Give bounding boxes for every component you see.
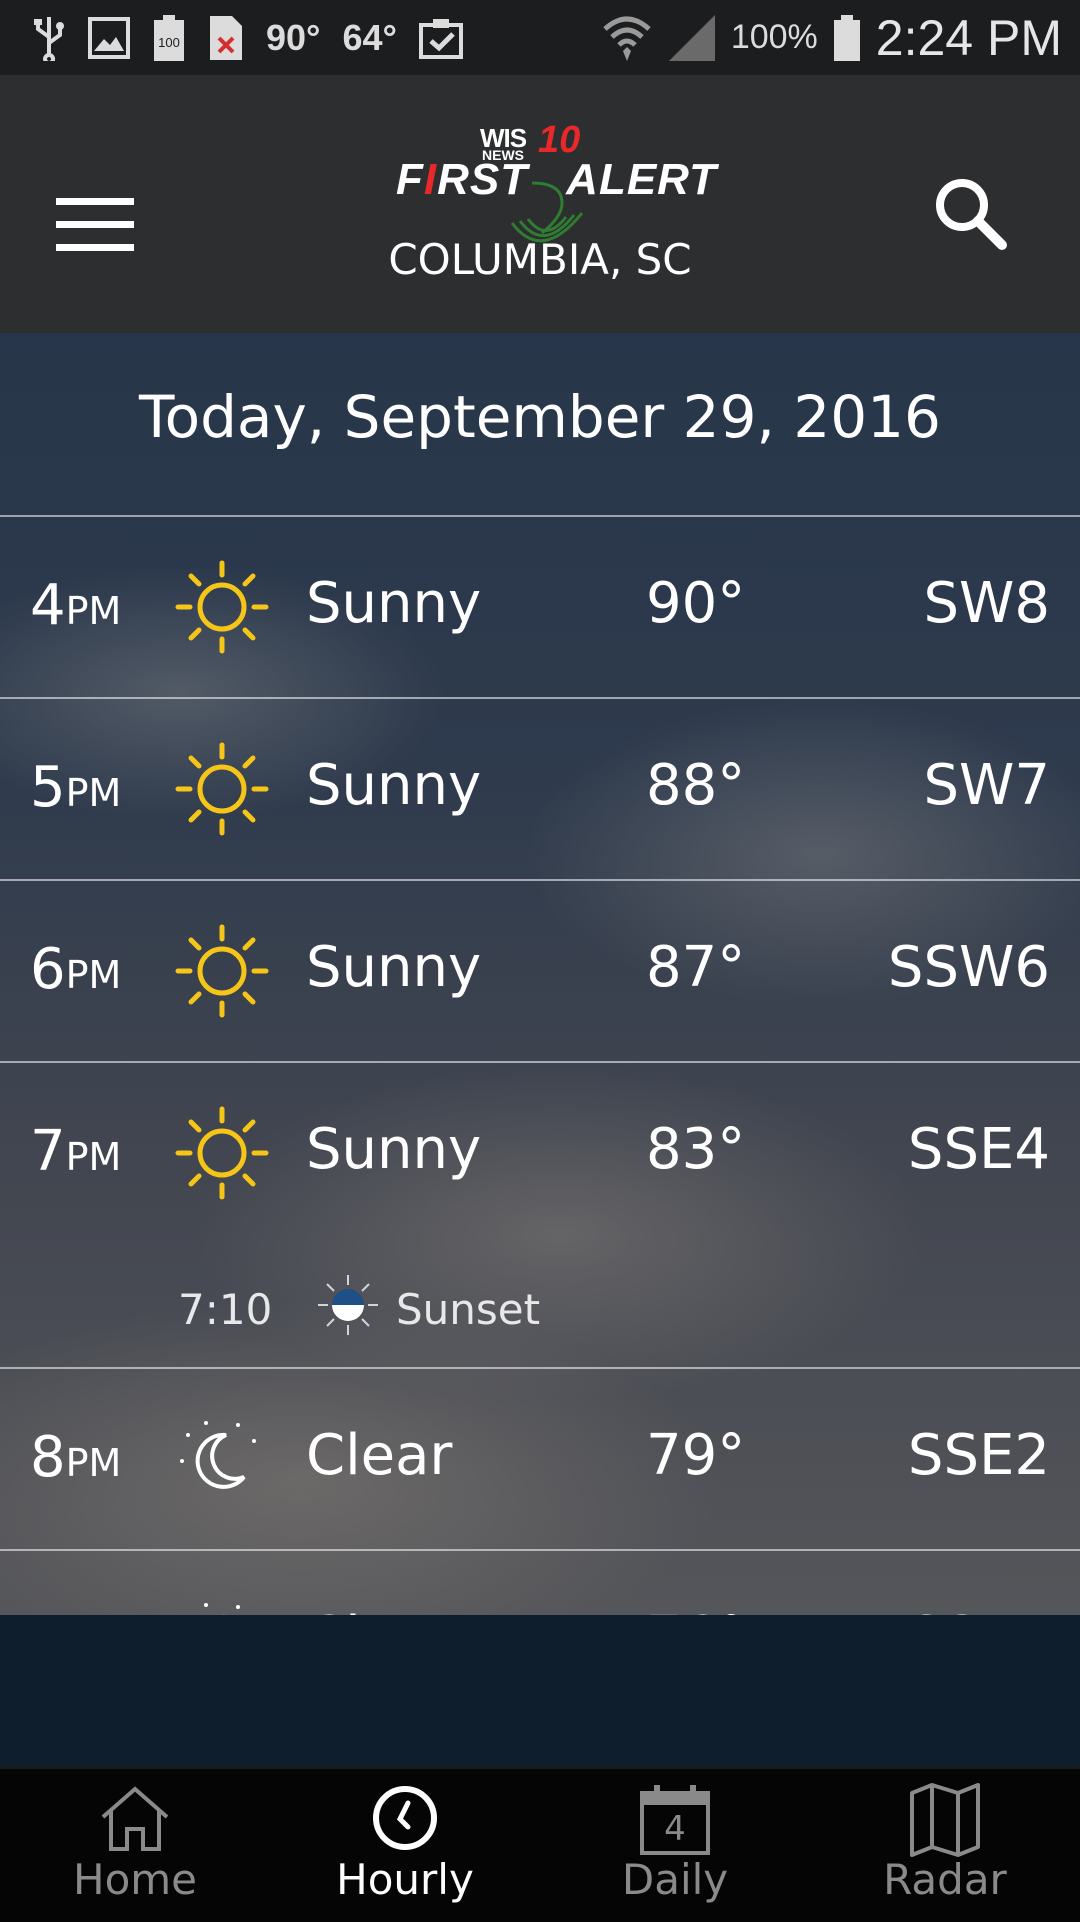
wind-label: SW8 bbox=[923, 571, 1050, 636]
condition-label: Sunny bbox=[306, 1117, 482, 1182]
wind-label: SSW6 bbox=[887, 935, 1050, 1000]
hourly-row[interactable]: 4PM Sunny 90° SW8 bbox=[0, 515, 1080, 697]
wifi-icon bbox=[601, 13, 653, 63]
nav-label-hourly: Hourly bbox=[336, 1855, 474, 1904]
temperature-label: 88° bbox=[646, 753, 746, 818]
sun-icon bbox=[175, 742, 269, 836]
nav-label-daily: Daily bbox=[621, 1855, 729, 1904]
moon-icon bbox=[180, 1421, 256, 1489]
clipboard-check-icon bbox=[418, 17, 465, 59]
sun-icon bbox=[175, 560, 269, 654]
wis-first-alert-logo: WIS NEWS 10 FIRST ALERT bbox=[390, 119, 716, 243]
hourly-forecast-panel[interactable]: Today, September 29, 2016 4PM Sunny 90° … bbox=[0, 333, 1080, 1615]
signal-icon bbox=[667, 13, 717, 63]
temperature-label: 87° bbox=[646, 935, 746, 1000]
status-bar-right: 100% 2:24 PM bbox=[601, 9, 1080, 67]
hour-label: 9PM bbox=[30, 1607, 121, 1615]
image-icon bbox=[88, 16, 130, 59]
search-icon bbox=[932, 175, 1008, 255]
status-time: 2:24 PM bbox=[875, 9, 1062, 66]
map-icon bbox=[910, 1783, 980, 1857]
svg-text:100: 100 bbox=[158, 35, 180, 50]
hour-label: 4PM bbox=[30, 573, 122, 638]
condition-label: Sunny bbox=[306, 571, 482, 636]
hour-label: 6PM bbox=[30, 937, 122, 1002]
home-icon bbox=[101, 1786, 169, 1851]
status-bar: 100 90° 64° 100% 2:24 PM bbox=[0, 0, 1080, 75]
nav-label-radar: Radar bbox=[883, 1855, 1007, 1904]
hour-label: 7PM bbox=[30, 1119, 122, 1184]
hourly-row[interactable]: 6PM Sunny 87° SSW6 bbox=[0, 879, 1080, 1061]
status-temp-high: 90° bbox=[266, 16, 321, 58]
hour-label: 8PM bbox=[30, 1425, 122, 1490]
wind-label: SSE2 bbox=[907, 1423, 1050, 1488]
location-label[interactable]: COLUMBIA, SC bbox=[0, 235, 1080, 284]
calendar-number: 4 bbox=[664, 1809, 686, 1849]
bottom-nav: Home Hourly 4 Daily Radar bbox=[0, 1767, 1080, 1922]
status-bar-left: 100 90° 64° bbox=[0, 13, 465, 63]
wind-label: SSE4 bbox=[907, 1117, 1050, 1182]
condition-label: Sunny bbox=[306, 753, 482, 818]
battery-percent: 100% bbox=[730, 18, 818, 56]
nav-label-home: Home bbox=[72, 1855, 198, 1904]
wind-label: SW7 bbox=[923, 753, 1050, 818]
sunset-label: Sunset bbox=[396, 1285, 541, 1334]
temperature-label: 90° bbox=[646, 571, 746, 636]
temperature-label: 83° bbox=[646, 1117, 746, 1182]
hourly-row[interactable]: 5PM Sunny 88° SW7 bbox=[0, 697, 1080, 879]
status-temp-low: 64° bbox=[342, 16, 397, 58]
nav-hourly[interactable]: Hourly bbox=[270, 1769, 540, 1922]
sunset-time: 7:10 bbox=[178, 1285, 273, 1334]
app-bar: WIS NEWS 10 FIRST ALERT COLUMBIA, SC bbox=[0, 75, 1080, 333]
moon-icon bbox=[204, 1603, 240, 1615]
hourly-row[interactable]: 7PM Sunny 83° SSE4 7:10 Sunset bbox=[0, 1061, 1080, 1367]
date-header: Today, September 29, 2016 bbox=[139, 383, 941, 451]
wind-label: SSE1 bbox=[908, 1605, 1050, 1615]
condition-label: Clear bbox=[306, 1423, 453, 1488]
nav-home[interactable]: Home bbox=[0, 1769, 270, 1922]
nav-radar[interactable]: Radar bbox=[810, 1769, 1080, 1922]
search-button[interactable] bbox=[920, 165, 1020, 265]
temperature-label: 76° bbox=[646, 1605, 745, 1615]
sunset-icon bbox=[318, 1275, 378, 1335]
battery-icon bbox=[832, 13, 862, 63]
usb-icon bbox=[32, 15, 66, 61]
clock-icon bbox=[373, 1786, 437, 1850]
nav-daily[interactable]: 4 Daily bbox=[540, 1769, 810, 1922]
ad-banner-area bbox=[0, 1615, 1080, 1767]
sun-icon bbox=[175, 1106, 269, 1200]
file-error-icon bbox=[208, 14, 244, 62]
condition-label: Sunny bbox=[306, 935, 482, 1000]
battery-100-icon: 100 bbox=[152, 13, 186, 63]
hourly-list[interactable]: 4PM Sunny 90° SW8 5PM Sunny 88° SW7 6PM … bbox=[0, 515, 1080, 1615]
hourly-row[interactable]: 9PM Clear 76° SSE1 bbox=[0, 1549, 1080, 1615]
sun-icon bbox=[175, 924, 269, 1018]
hourly-row[interactable]: 8PM Clear 79° SSE2 bbox=[0, 1367, 1080, 1549]
condition-label: Clear bbox=[306, 1605, 452, 1615]
hour-label: 5PM bbox=[30, 755, 122, 820]
temperature-label: 79° bbox=[646, 1423, 746, 1488]
